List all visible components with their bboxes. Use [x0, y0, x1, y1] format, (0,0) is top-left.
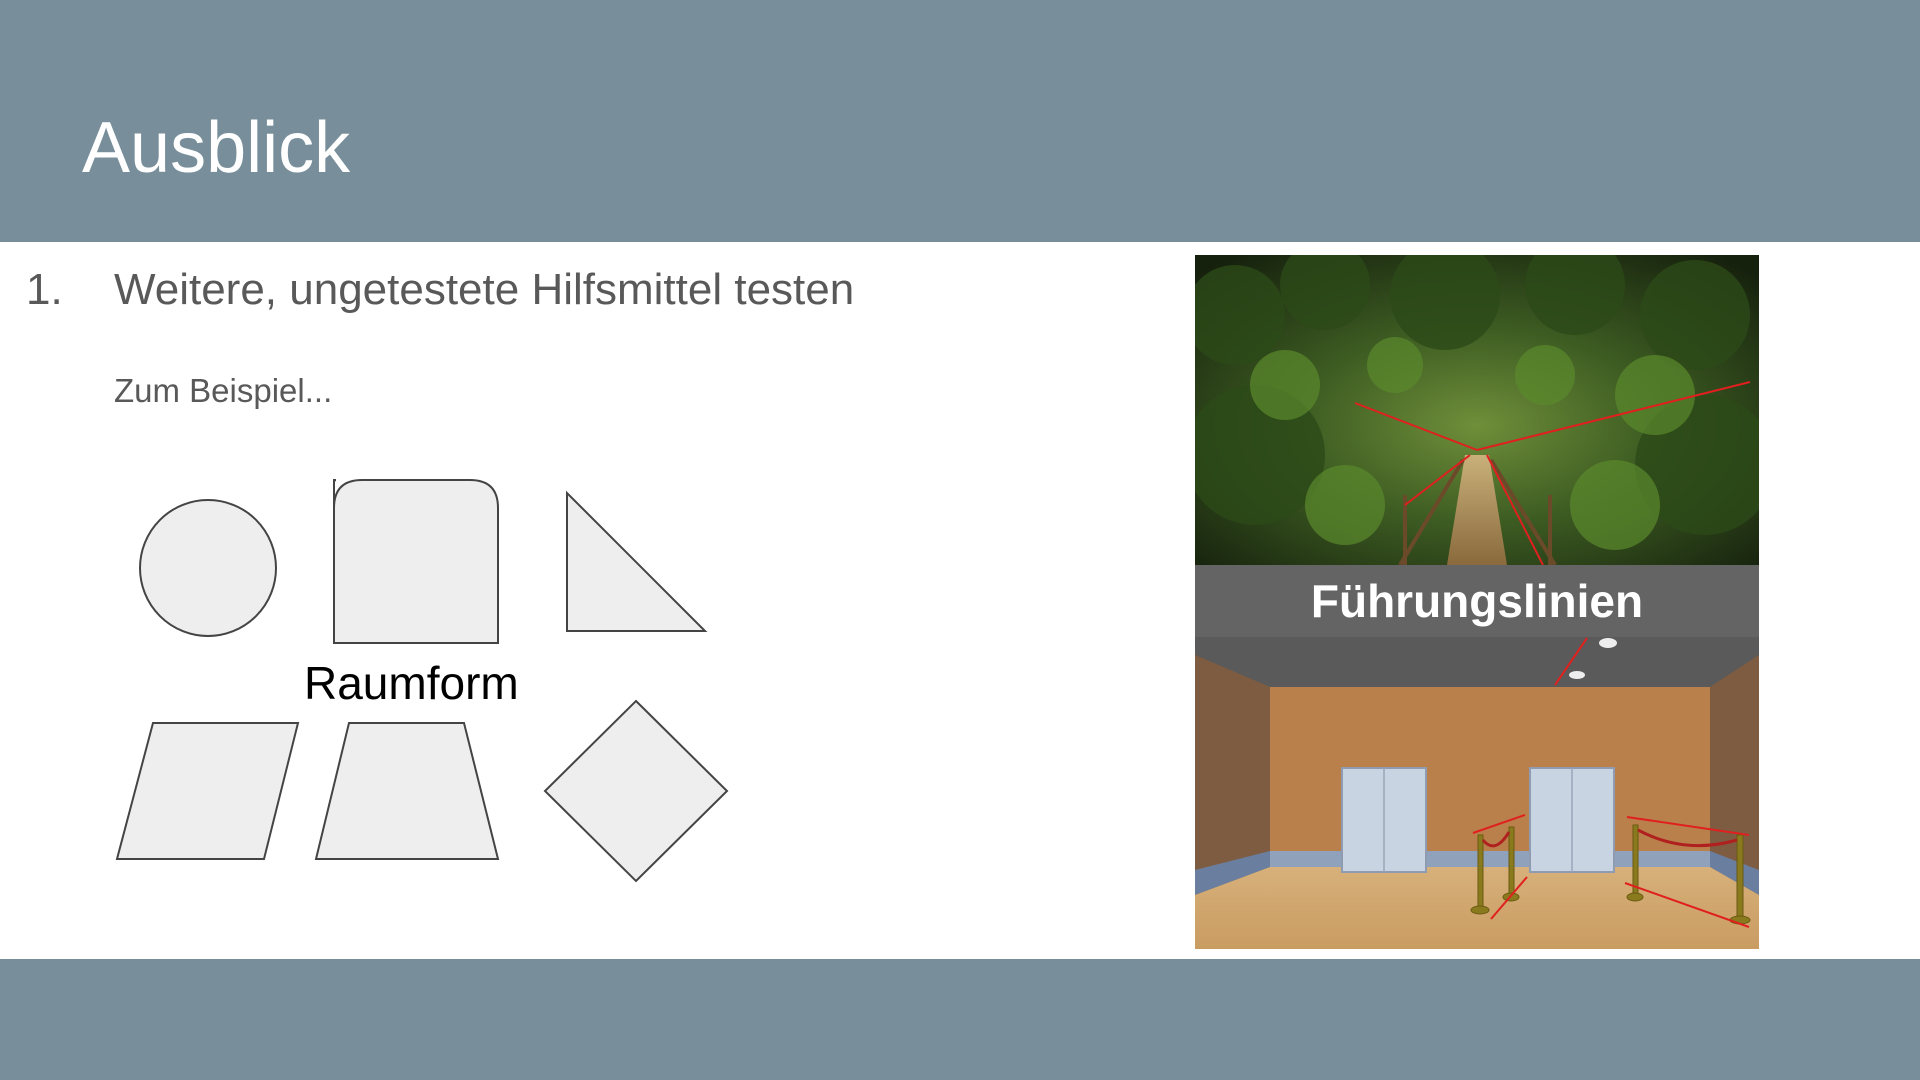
- triangle-shape: [566, 490, 708, 632]
- trapezoid-shape: [314, 722, 500, 860]
- guide-lines-image: Führungslinien: [1195, 255, 1759, 949]
- slide-title: Ausblick: [82, 108, 351, 188]
- diamond-shape: [543, 699, 729, 883]
- footer-band: [0, 959, 1920, 1080]
- parallelogram-shape: [115, 722, 300, 860]
- circle-shape: [139, 499, 277, 637]
- rounded-square-shape-body: [333, 479, 499, 644]
- list-number: 1.: [26, 265, 63, 314]
- image-banner-text: Führungslinien: [1310, 575, 1644, 627]
- image-banner: Führungslinien: [1195, 565, 1759, 637]
- example-subtext: Zum Beispiel...: [114, 372, 333, 409]
- list-item-text: Weitere, ungetestete Hilfsmittel testen: [114, 265, 855, 314]
- slide: Ausblick 1. Weitere, ungetestete Hilfsmi…: [0, 0, 1920, 1080]
- shapes-label: Raumform: [304, 657, 519, 709]
